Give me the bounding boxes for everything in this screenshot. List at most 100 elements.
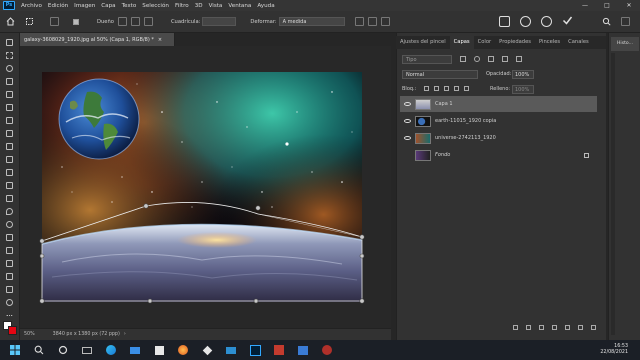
blend-mode-select[interactable]: Normal <box>402 70 478 79</box>
history-brush-tool-icon[interactable] <box>4 168 15 177</box>
transform-tool-icon[interactable] <box>25 17 34 26</box>
lock-all-icon[interactable] <box>464 86 469 91</box>
marquee-tool-icon[interactable] <box>4 51 15 60</box>
search-taskbar-icon[interactable] <box>32 344 46 356</box>
maximize-button[interactable]: □ <box>596 2 618 9</box>
document-tab[interactable]: galaxy-3608029_1920.jpg al 50% (Capa 1, … <box>20 33 175 46</box>
close-document-icon[interactable]: × <box>158 37 162 43</box>
fill-input[interactable]: 100% <box>512 85 534 94</box>
cuadricula-select[interactable] <box>202 17 237 26</box>
file-explorer-icon[interactable] <box>80 344 94 356</box>
layer-style-icon[interactable] <box>526 324 531 330</box>
photoshop-taskbar-icon[interactable] <box>248 344 262 356</box>
menu-vista[interactable]: Vista <box>206 3 226 9</box>
menu-archivo[interactable]: Archivo <box>18 3 45 9</box>
deformar-select[interactable]: A medida <box>278 17 345 26</box>
filter-pixel-icon[interactable] <box>460 56 466 62</box>
dodge-tool-icon[interactable] <box>4 220 15 229</box>
visibility-eye-icon[interactable] <box>404 136 411 140</box>
layer-row[interactable]: Capa 1 <box>400 96 597 112</box>
reference-point-icon[interactable] <box>50 17 59 26</box>
lock-artboard-icon[interactable] <box>454 86 459 91</box>
new-group-icon[interactable] <box>565 324 570 330</box>
link-layers-icon[interactable] <box>513 324 518 330</box>
delete-layer-icon[interactable] <box>591 324 596 330</box>
tab-brush-settings[interactable]: Ajustes del pincel <box>396 36 450 49</box>
warp-handle[interactable] <box>359 298 365 304</box>
opacity-input[interactable]: 100% <box>512 70 534 79</box>
frame-tool-icon[interactable] <box>4 103 15 112</box>
quick-select-tool-icon[interactable] <box>4 77 15 86</box>
puppet-warp-icon[interactable] <box>499 16 510 27</box>
filter-shape-icon[interactable] <box>502 56 508 62</box>
app-red-icon[interactable] <box>272 344 286 356</box>
clone-stamp-tool-icon[interactable] <box>4 155 15 164</box>
type-tool-icon[interactable] <box>4 246 15 255</box>
lasso-tool-icon[interactable] <box>4 64 15 73</box>
app-circle-icon[interactable] <box>320 344 334 356</box>
lock-pixels-icon[interactable] <box>424 86 429 91</box>
rectangle-tool-icon[interactable] <box>4 272 15 281</box>
windows-start-icon[interactable] <box>8 344 22 356</box>
menu-filtro[interactable]: Filtro <box>172 3 192 9</box>
menu-edicion[interactable]: Edición <box>45 3 71 9</box>
visibility-toggle-empty[interactable] <box>404 153 411 157</box>
menu-imagen[interactable]: Imagen <box>71 3 98 9</box>
layer-row[interactable]: earth-11015_1920 copia <box>400 113 597 129</box>
add-mask-icon[interactable] <box>539 324 544 330</box>
warp-orientation-icon[interactable] <box>354 17 364 26</box>
warp-handle[interactable] <box>253 298 259 304</box>
filter-type-icon[interactable] <box>488 56 494 62</box>
tab-channels[interactable]: Canales <box>564 36 593 49</box>
warp-handle[interactable] <box>359 253 365 259</box>
system-clock[interactable]: 16:53 22/08/2021 <box>600 344 628 356</box>
menu-3d[interactable]: 3D <box>192 3 206 9</box>
zoom-tool-icon[interactable] <box>4 298 15 307</box>
undo-transform-icon[interactable] <box>520 16 531 27</box>
dropbox-icon[interactable] <box>200 344 214 356</box>
eyedropper-tool-icon[interactable] <box>4 116 15 125</box>
lock-position-icon[interactable] <box>444 86 449 91</box>
layer-row[interactable]: Fondo <box>400 147 597 163</box>
layer-name[interactable]: Fondo <box>435 152 584 158</box>
photos-icon[interactable] <box>296 344 310 356</box>
layer-name[interactable]: universe-2742113_1920 <box>435 135 597 141</box>
commit-transform-icon[interactable] <box>562 15 573 28</box>
crop-tool-icon[interactable] <box>4 90 15 99</box>
menu-capa[interactable]: Capa <box>98 3 118 9</box>
more-tools-icon[interactable] <box>4 311 15 320</box>
path-selection-tool-icon[interactable] <box>4 259 15 268</box>
home-icon[interactable] <box>6 17 15 26</box>
filter-adjustment-icon[interactable] <box>474 56 480 62</box>
layer-row[interactable]: universe-2742113_1920 <box>400 130 597 146</box>
split-vertical-icon[interactable] <box>130 17 140 26</box>
adjustment-layer-icon[interactable] <box>552 324 557 330</box>
move-tool-icon[interactable] <box>4 38 15 47</box>
search-icon[interactable] <box>602 17 611 26</box>
status-chevron-icon[interactable]: › <box>124 332 126 337</box>
menu-ayuda[interactable]: Ayuda <box>254 3 277 9</box>
background-color-swatch[interactable] <box>8 326 17 335</box>
warp-options-icon[interactable] <box>380 17 390 26</box>
layer-name[interactable]: earth-11015_1920 copia <box>435 118 597 124</box>
warp-handle[interactable] <box>39 298 45 304</box>
filter-smart-object-icon[interactable] <box>516 56 522 62</box>
menu-ventana[interactable]: Ventana <box>225 3 254 9</box>
tab-brushes[interactable]: Pinceles <box>535 36 564 49</box>
healing-brush-tool-icon[interactable] <box>4 129 15 138</box>
tab-properties[interactable]: Propiedades <box>495 36 535 49</box>
zoom-level[interactable]: 50% <box>24 332 35 337</box>
mail-icon[interactable] <box>128 344 142 356</box>
close-button[interactable]: ✕ <box>618 2 640 9</box>
tab-layers[interactable]: Capas <box>449 36 474 49</box>
warp-handle[interactable] <box>147 298 153 304</box>
new-layer-icon[interactable] <box>578 324 583 330</box>
warp-handle[interactable] <box>39 238 45 244</box>
reference-checkbox[interactable] <box>73 18 79 25</box>
warp-handle[interactable] <box>255 205 261 211</box>
store-icon[interactable] <box>152 344 166 356</box>
firefox-icon[interactable] <box>176 344 190 356</box>
minimize-button[interactable]: — <box>574 2 596 9</box>
layer-filter-input[interactable]: Tipo <box>402 55 452 64</box>
warp-handle[interactable] <box>143 203 149 209</box>
